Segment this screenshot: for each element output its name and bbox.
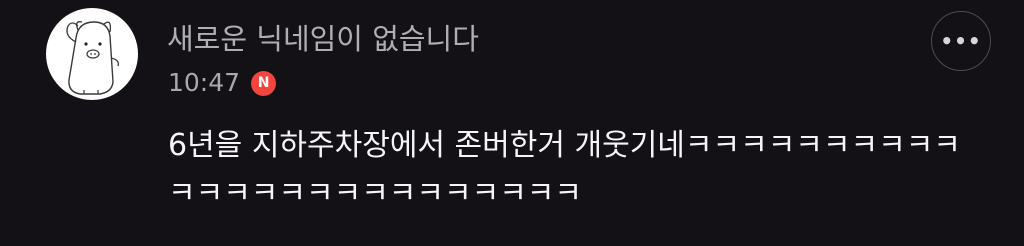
pig-character-icon xyxy=(66,21,119,95)
more-options-icon: ••• xyxy=(940,29,982,53)
post-meta: 10:47 N xyxy=(168,66,277,100)
comment-body: 6년을 지하주차장에서 존버한거 개웃기네ㅋㅋㅋㅋㅋㅋㅋㅋㅋㅋㅋㅋㅋㅋㅋㅋㅋㅋㅋ… xyxy=(168,128,961,211)
timestamp: 10:47 xyxy=(168,68,241,97)
author-name[interactable]: 새로운 닉네임이 없습니다 xyxy=(167,20,479,58)
more-options-button[interactable]: ••• xyxy=(931,11,991,71)
avatar[interactable] xyxy=(46,8,138,100)
comment-card: 새로운 닉네임이 없습니다 10:47 N ••• 6년을 지하주차장에서 존버… xyxy=(0,0,1024,246)
new-badge-icon: N xyxy=(251,70,277,96)
